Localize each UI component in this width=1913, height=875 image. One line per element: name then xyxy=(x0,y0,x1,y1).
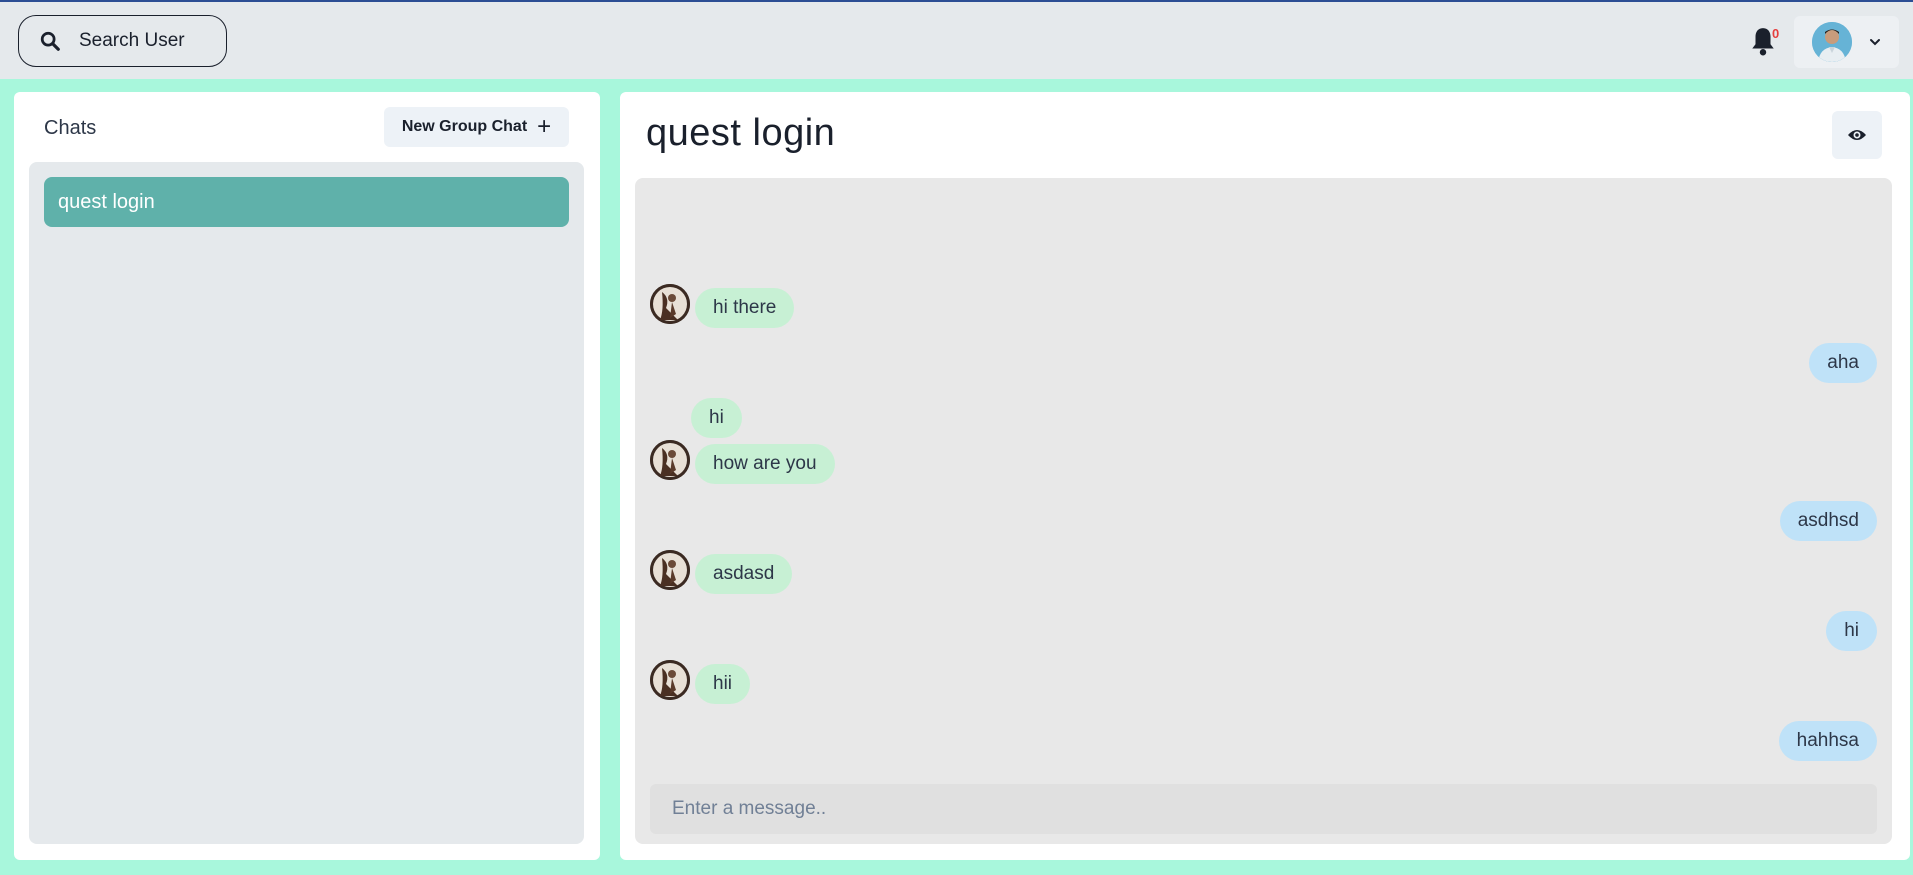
message-bubble: how are you xyxy=(695,444,835,484)
plus-icon: + xyxy=(537,113,552,140)
message-text: asdasd xyxy=(713,563,775,584)
messages-area: hi there aha hi how are you asdhsd asdas… xyxy=(635,178,1892,844)
message-text: how are you xyxy=(713,453,817,474)
notification-badge: 0 xyxy=(1772,26,1780,41)
message-text: asdhsd xyxy=(1797,510,1859,531)
sender-avatar[interactable] xyxy=(650,660,690,700)
conversation-panel: quest login hi there aha hi how are you xyxy=(620,92,1910,860)
message-bubble: aha xyxy=(1809,343,1877,383)
chat-list-item[interactable]: quest login xyxy=(44,177,569,227)
message-bubble: hi there xyxy=(695,288,795,328)
search-user-label: Search User xyxy=(79,30,185,51)
message-text: hi xyxy=(709,407,724,428)
sender-avatar[interactable] xyxy=(650,550,690,590)
message-bubble: hii xyxy=(695,664,751,704)
message-bubble: hahhsa xyxy=(1778,721,1877,761)
chevron-down-icon xyxy=(1870,39,1880,46)
message-bubble: hi xyxy=(1826,611,1877,651)
search-user-button[interactable]: Search User xyxy=(18,15,227,67)
new-group-chat-label: New Group Chat xyxy=(401,118,528,135)
chat-list: quest login xyxy=(29,162,584,844)
eye-icon xyxy=(1848,130,1866,140)
sender-avatar[interactable] xyxy=(650,284,690,324)
new-group-chat-button[interactable]: New Group Chat + xyxy=(384,107,569,147)
message-text: hahhsa xyxy=(1796,730,1859,751)
search-icon xyxy=(40,31,60,51)
chats-panel: Chats New Group Chat + quest login xyxy=(14,92,600,860)
avatar xyxy=(1812,22,1852,62)
message-text: hi there xyxy=(713,297,777,318)
chat-list-item-name: quest login xyxy=(58,190,155,213)
message-bubble: asdasd xyxy=(695,554,793,594)
message-text: hii xyxy=(713,673,733,694)
message-text: aha xyxy=(1827,352,1859,373)
view-profile-button[interactable] xyxy=(1832,111,1882,159)
message-bubble: asdhsd xyxy=(1779,501,1877,541)
message-text: hi xyxy=(1844,620,1859,641)
top-bar: Search User 0 xyxy=(0,0,1913,79)
conversation-title: quest login xyxy=(646,112,836,154)
profile-menu-button[interactable] xyxy=(1794,16,1899,68)
message-input[interactable] xyxy=(650,784,1877,834)
message-bubble: hi xyxy=(691,398,742,438)
chats-title: Chats xyxy=(44,117,97,139)
sender-avatar[interactable] xyxy=(650,440,690,480)
